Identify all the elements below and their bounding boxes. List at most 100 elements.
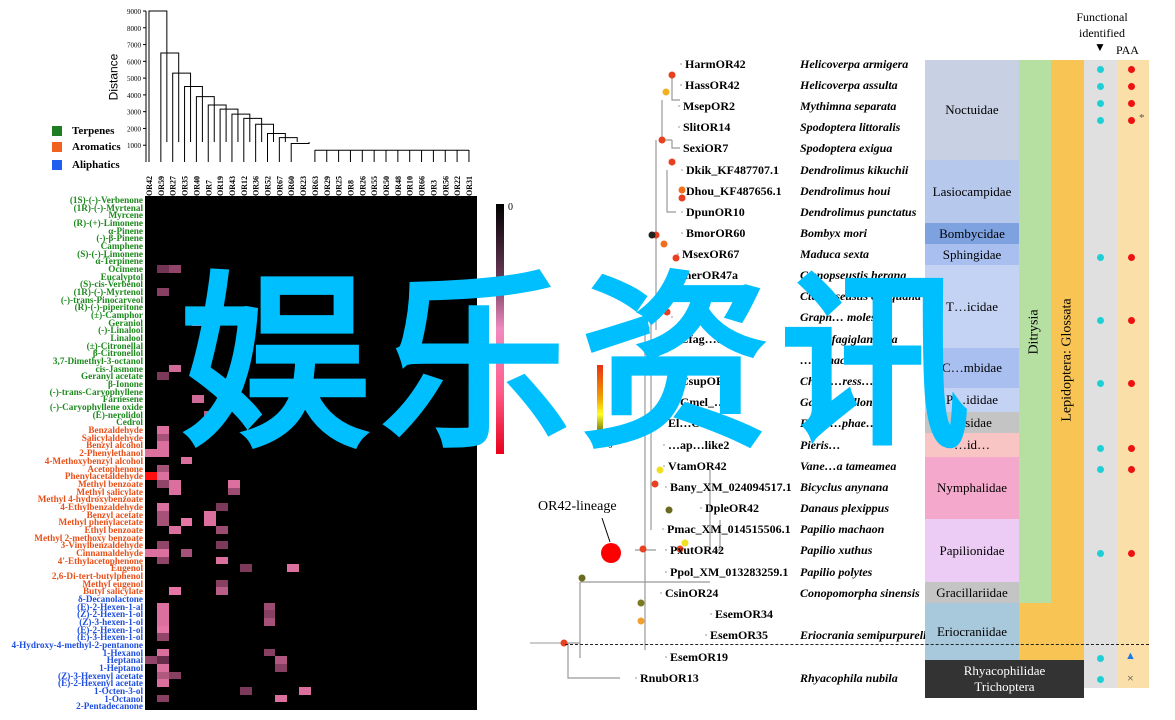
legend-swatch-aliphatics (52, 160, 62, 170)
heatmap-cell (228, 479, 240, 488)
heatmap-cell (216, 541, 228, 549)
dendro-leaf-label: OR12 (240, 176, 249, 196)
heatmap-cell (216, 525, 228, 534)
family-cell: Gracillariidae (925, 582, 1019, 603)
support-node (637, 617, 645, 625)
heatmap-cell (156, 633, 169, 641)
heatmap-cell (156, 265, 169, 273)
functional-marker (1097, 83, 1104, 90)
heatmap-cell (156, 694, 169, 703)
dendro-branch (231, 113, 251, 162)
heatmap-cell (287, 564, 300, 572)
glossata-band-lower (1019, 603, 1051, 660)
dendro-tick-label: 5000 (127, 75, 142, 83)
paa-marker (1128, 254, 1135, 261)
or42-lineage-node (601, 543, 621, 563)
dendrogram-y-label: Distance (106, 53, 121, 101)
legend-label: Aromatics (72, 141, 121, 153)
species-label: Eogys…phae…s (800, 416, 883, 430)
paa-marker (1128, 100, 1135, 107)
receptor-label: Cfag…836… (680, 332, 747, 346)
heatmap-cell (263, 610, 276, 618)
or42-lineage-label: OR42-lineage (538, 499, 617, 514)
triangle-marker: ▲ (1125, 650, 1136, 662)
dendro-branch (148, 10, 168, 162)
glossata-label: Lepidoptera: Glossata (1059, 298, 1075, 422)
heatmap-cell (180, 548, 193, 557)
heatmap-cell (156, 671, 169, 680)
species-label: Spodoptera littoralis (800, 120, 901, 134)
dendro-leaf-label: OR36 (252, 176, 261, 196)
dendro-leaf-label: OR56 (441, 176, 450, 196)
dendro-tick-label: 1000 (127, 142, 142, 150)
species-label: Bicyclus anynana (800, 480, 889, 494)
heatmap-cell (263, 617, 276, 626)
heatmap-cell (275, 663, 288, 672)
species-label: Danaus plexippus (800, 501, 890, 515)
heatmap-cell (216, 556, 228, 565)
paa-marker (1128, 83, 1135, 90)
family-cell: Eriocraniidae (925, 603, 1019, 660)
dendro-leaf-label: OR3 (429, 180, 438, 196)
dendro-leaf-label: OR29 (323, 176, 332, 196)
lineage-pointer (601, 517, 611, 543)
functional-marker (1097, 100, 1104, 107)
functional-marker (1097, 655, 1104, 662)
paa-marker (1128, 117, 1135, 124)
functional-marker (1097, 66, 1104, 73)
support-node (668, 158, 676, 166)
tree-branch (666, 170, 676, 213)
family-cell: Nymphalidae (925, 457, 1019, 519)
receptor-label: DpleOR42 (705, 501, 759, 515)
receptor-label: MsepOR2 (683, 99, 735, 113)
functional-marker (1097, 254, 1104, 261)
legend-aromatics: Aromatics (52, 141, 121, 153)
paa-marker (1128, 380, 1135, 387)
dendro-branch (255, 123, 274, 162)
species-label: Papilio polytes (800, 565, 873, 579)
colorbar-tick-0: 0 (508, 202, 513, 213)
tree-branch (567, 643, 620, 679)
receptor-label: CsinOR24 (665, 586, 719, 600)
support-node (678, 194, 686, 202)
species-label: Dendrolimus kikuchii (800, 163, 909, 177)
support-node (656, 466, 664, 474)
functional-marker (1097, 117, 1104, 124)
dendro-leaf-label: OR52 (264, 176, 273, 196)
support-node (672, 254, 680, 262)
heatmap-cell (156, 656, 169, 664)
compound-label: 2-Pentadecanone (76, 701, 143, 712)
paa-marker (1128, 445, 1135, 452)
heatmap-cell (180, 456, 193, 465)
receptor-label: VtamOR42 (668, 459, 727, 473)
species-label: Galle…mellonella (800, 395, 891, 409)
receptor-label: HassOR42 (685, 78, 740, 92)
species-label: Papilio machaon (800, 522, 885, 536)
species-label: Dendrolimus punctatus (800, 205, 917, 219)
dendro-branch (243, 117, 263, 162)
species-label: Spodoptera exigua (800, 141, 893, 155)
dendro-leaf-label: OR23 (299, 176, 308, 196)
heatmap-cell (156, 610, 169, 618)
support-node (652, 346, 660, 354)
heatmap (145, 196, 477, 710)
species-label: Bombyx mori (800, 226, 868, 240)
heatmap-cell (156, 464, 169, 473)
heatmap-cell (156, 288, 169, 296)
functional-marker (1097, 550, 1104, 557)
dendrogram: 9000 8000 7000 6000 5000 4000 3000 2000 1000 OR42… (127, 8, 474, 196)
species-label: Papilio xuthus (800, 543, 873, 557)
glossata-band: Lepidoptera: Glossata (1051, 60, 1084, 660)
receptor-label: Ppol_XM_013283259.1 (670, 565, 789, 579)
dendro-leaf-label: OR40 (192, 176, 201, 196)
support-node (639, 545, 647, 553)
heatmap-cell (180, 518, 193, 526)
heatmap-cell (156, 502, 169, 511)
species-label: Chilo …ress… (800, 374, 874, 388)
receptor-label: Pmac_XM_014515506.1 (667, 522, 791, 536)
family-cell: C…mbidae (925, 348, 1019, 388)
dendro-tick-label: 2000 (127, 125, 142, 133)
support-node (660, 240, 668, 248)
dendro-leaf-label: OR59 (157, 176, 166, 196)
heatmap-cell (145, 548, 157, 557)
